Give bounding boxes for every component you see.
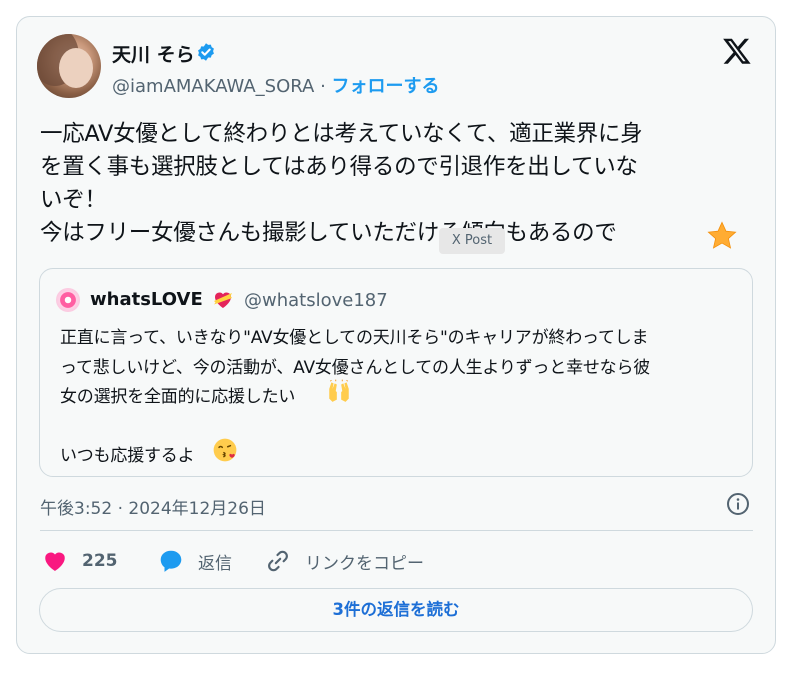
handle-separator: · bbox=[314, 76, 332, 97]
x-post-tooltip: X Post bbox=[439, 228, 505, 254]
reply-bubble-icon bbox=[160, 550, 182, 572]
x-logo-icon[interactable] bbox=[722, 36, 752, 66]
author-handle-row: @iamAMAKAWA_SORA · フォローする bbox=[112, 72, 440, 98]
quoted-post[interactable]: whatsLOVE @whatslove187 正直に言って、いきなり"AV女優… bbox=[39, 268, 753, 477]
copy-link-label: リンクをコピー bbox=[305, 553, 424, 574]
kissing-face-emoji-icon bbox=[213, 438, 237, 462]
reply-button[interactable]: 返信 bbox=[158, 547, 232, 575]
read-replies-button[interactable]: 3件の返信を読む bbox=[39, 588, 753, 632]
raised-hands-emoji-icon bbox=[329, 379, 349, 402]
author-display-name[interactable]: 天川 そら bbox=[112, 40, 195, 67]
actions-divider bbox=[40, 530, 753, 531]
post-text: 一応AV女優として終わりとは考えていなくて、適正業界に身 を置く事も選択肢として… bbox=[40, 121, 643, 246]
heart-icon bbox=[45, 552, 65, 571]
quoted-author-avatar[interactable] bbox=[56, 288, 80, 312]
link-icon bbox=[268, 550, 288, 572]
copy-link-button[interactable]: リンクをコピー bbox=[265, 547, 424, 575]
like-button[interactable]: 225 bbox=[42, 547, 118, 575]
reply-label: 返信 bbox=[198, 553, 232, 574]
quoted-author-name[interactable]: whatsLOVE bbox=[90, 289, 203, 310]
author-avatar[interactable] bbox=[37, 34, 101, 98]
avatar-face bbox=[59, 48, 93, 88]
heart-with-ribbon-emoji-icon bbox=[214, 292, 232, 308]
star-emoji-icon bbox=[707, 221, 737, 249]
quoted-author-handle[interactable]: @whatslove187 bbox=[244, 290, 388, 311]
verified-badge-icon bbox=[198, 43, 214, 61]
author-handle[interactable]: @iamAMAKAWA_SORA bbox=[112, 76, 314, 97]
info-icon[interactable] bbox=[726, 492, 750, 516]
follow-link[interactable]: フォローする bbox=[332, 76, 440, 97]
quoted-post-text: 正直に言って、いきなり"AV女優としての天川そら"のキャリアが終わってしま って… bbox=[60, 328, 651, 466]
like-count: 225 bbox=[82, 551, 118, 571]
post-timestamp[interactable]: 午後3:52 · 2024年12月26日 bbox=[40, 494, 266, 519]
